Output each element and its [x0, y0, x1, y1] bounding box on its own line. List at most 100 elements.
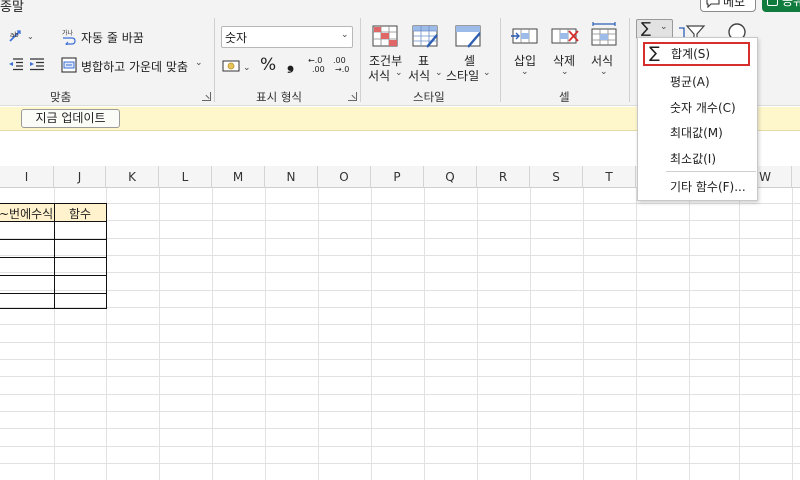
cell-styles-label-2: 스타일 — [446, 69, 480, 83]
row-gridline — [0, 220, 800, 221]
autosum-sigma-icon: ∑ — [641, 19, 652, 37]
column-gridline — [689, 188, 690, 480]
orientation-button[interactable]: ab ⌄ — [8, 28, 34, 47]
column-gridline — [530, 188, 531, 480]
svg-text:⌄: ⌄ — [27, 32, 34, 41]
table-cell[interactable] — [54, 221, 107, 240]
table-cell[interactable] — [54, 257, 107, 276]
table-cell[interactable] — [0, 293, 55, 309]
chevron-down-icon: ⌄ — [483, 68, 491, 78]
wrap-text-label: 자동 줄 바꿈 — [81, 31, 144, 45]
insert-cells-icon — [511, 28, 538, 44]
row-gridline — [0, 342, 800, 343]
group-label-number: 표시 형식 — [256, 90, 302, 104]
memo-button[interactable]: 메모 — [700, 0, 756, 12]
column-header[interactable]: L — [159, 166, 212, 188]
column-gridline — [477, 188, 478, 480]
menu-item-max[interactable]: 최대값(M) — [638, 120, 757, 146]
table-header-cell[interactable]: 함수 — [54, 203, 107, 222]
accounting-format-icon: ⌄ — [222, 60, 251, 73]
accounting-format-button[interactable]: ⌄ — [222, 58, 252, 77]
format-cells-icon — [591, 22, 617, 46]
alignment-dialog-launcher-icon[interactable] — [202, 92, 211, 101]
menu-item-min[interactable]: 최소값(I) — [638, 146, 757, 172]
column-header[interactable]: I — [0, 166, 54, 188]
share-button[interactable]: 공유 — [762, 0, 800, 12]
merge-center-label: 병합하고 가운데 맞춤 — [81, 60, 188, 74]
chevron-down-icon: ⌄ — [600, 67, 608, 77]
column-header[interactable]: Q — [424, 166, 477, 188]
window-title-fragment: 종말 — [0, 0, 24, 15]
column-header[interactable]: K — [106, 166, 159, 188]
row-gridline — [0, 411, 800, 412]
comma-style-button[interactable]: ❟ — [287, 53, 294, 74]
table-cell[interactable] — [0, 257, 55, 276]
group-divider — [360, 18, 361, 102]
conditional-formatting-label-2: 서식 — [368, 69, 391, 83]
insert-cells-button[interactable]: 삽입 ⌄ — [508, 22, 542, 86]
column-header[interactable]: S — [530, 166, 583, 188]
row-gridline — [0, 307, 800, 308]
row-gridline — [0, 428, 800, 429]
table-cell[interactable] — [0, 275, 55, 294]
table-cell[interactable] — [54, 275, 107, 294]
table-cell[interactable] — [0, 221, 55, 240]
conditional-formatting-button[interactable]: 조건부 서식 ⌄ — [367, 22, 403, 86]
table-cell[interactable] — [54, 293, 107, 309]
row-gridline — [0, 446, 800, 447]
conditional-formatting-icon — [372, 25, 398, 47]
autosum-button[interactable]: ∑ ⌄ — [636, 19, 673, 39]
increase-indent-icon — [30, 58, 44, 71]
column-header[interactable]: J — [54, 166, 106, 188]
column-header[interactable]: N — [265, 166, 318, 188]
chevron-down-icon: ⌄ — [521, 67, 529, 77]
svg-text:ab: ab — [10, 31, 19, 39]
menu-item-more-functions[interactable]: 기타 함수(F)... — [638, 174, 757, 200]
column-header[interactable]: P — [371, 166, 424, 188]
row-gridline — [0, 272, 800, 273]
decrease-decimal-bottom: →.0 — [335, 65, 350, 74]
decrease-indent-button[interactable] — [8, 57, 24, 74]
format-cells-button[interactable]: 서식 ⌄ — [587, 18, 621, 86]
column-header[interactable]: O — [318, 166, 371, 188]
chevron-down-icon[interactable]: ⌄ — [195, 58, 203, 68]
column-header[interactable]: T — [583, 166, 636, 188]
number-dialog-launcher-icon[interactable] — [348, 92, 357, 101]
column-gridline — [371, 188, 372, 480]
decrease-indent-icon — [9, 58, 23, 71]
merge-center-icon — [61, 57, 77, 73]
row-gridline — [0, 394, 800, 395]
menu-item-sum[interactable]: ∑ 합계(S) — [643, 42, 750, 66]
menu-separator — [666, 171, 756, 172]
row-gridline — [0, 463, 800, 464]
delete-cells-button[interactable]: 삭제 ⌄ — [548, 22, 582, 86]
cell-styles-button[interactable]: 셀 스타일 ⌄ — [446, 22, 492, 86]
decrease-decimal-button[interactable]: .00 →.0 — [333, 56, 353, 76]
table-cell[interactable] — [0, 239, 55, 258]
increase-indent-button[interactable] — [29, 57, 45, 74]
column-gridline — [636, 188, 637, 480]
text-orientation-icon: ab ⌄ — [9, 30, 34, 42]
increase-decimal-button[interactable]: ←.0 .00 — [308, 56, 328, 76]
percent-style-button[interactable]: % — [260, 55, 276, 75]
share-icon — [767, 0, 778, 6]
group-label-cells: 셀 — [559, 90, 570, 104]
column-gridline — [265, 188, 266, 480]
svg-text:⌄: ⌄ — [243, 63, 251, 73]
share-label: 공유 — [782, 0, 800, 8]
row-gridline — [0, 290, 800, 291]
column-gridline — [159, 188, 160, 480]
memo-label: 메모 — [723, 0, 746, 9]
column-header[interactable]: M — [212, 166, 265, 188]
column-header[interactable]: R — [477, 166, 530, 188]
format-as-table-button[interactable]: 표 서식 ⌄ — [407, 22, 443, 86]
table-cell[interactable] — [54, 239, 107, 258]
row-gridline — [0, 324, 800, 325]
menu-item-count-numbers[interactable]: 숫자 개수(C) — [638, 95, 757, 121]
group-label-alignment: 맞춤 — [50, 90, 72, 104]
number-format-dropdown[interactable]: 숫자 ⌄ — [221, 26, 353, 48]
table-header-cell[interactable]: ~번에수식 — [0, 203, 55, 222]
menu-item-average[interactable]: 평균(A) — [638, 69, 757, 95]
update-now-button[interactable]: 지금 업데이트 — [21, 109, 120, 128]
chevron-down-icon: ⌄ — [660, 22, 668, 32]
